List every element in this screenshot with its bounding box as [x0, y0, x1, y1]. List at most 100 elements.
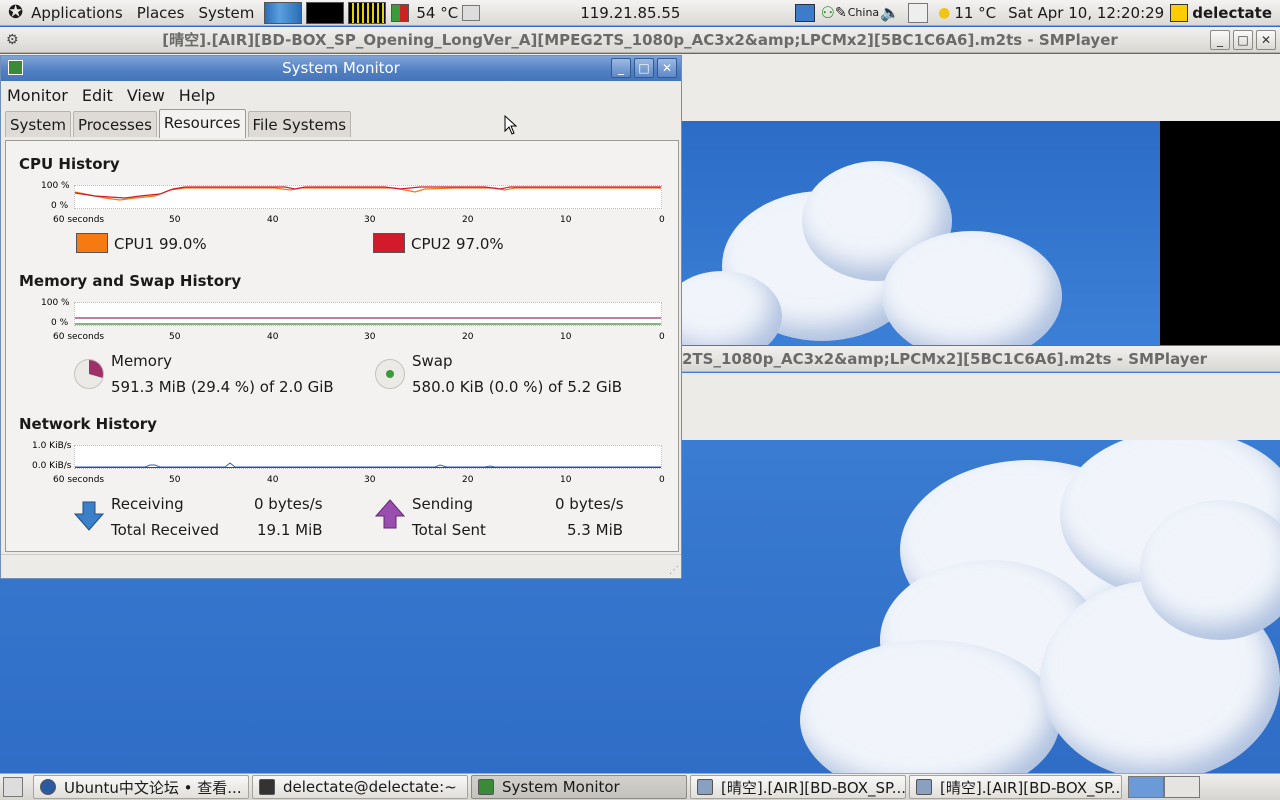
cpu-y-bottom: 0 %	[51, 201, 69, 211]
cpu1-value: 99.0%	[159, 235, 207, 253]
drive-icon[interactable]	[462, 4, 481, 21]
network-x-label-50: 50	[169, 475, 181, 485]
minimize-button[interactable]: _	[1210, 30, 1230, 50]
resize-grip-icon[interactable]: ⋰	[669, 565, 679, 576]
tab-processes[interactable]: Processes	[72, 111, 157, 137]
memory-y-bottom: 0 %	[51, 318, 69, 328]
lock-icon[interactable]	[1170, 3, 1189, 22]
network-monitor-applet[interactable]	[348, 1, 387, 24]
network-y-top: 1.0 KiB/s	[32, 441, 72, 451]
system-monitor-icon	[478, 779, 494, 795]
memory-pie-icon[interactable]	[74, 359, 104, 389]
taskbar-item-system-monitor[interactable]: System Monitor	[471, 775, 687, 799]
network-x-label-60: 60 seconds	[53, 475, 105, 485]
cpu-monitor-applet[interactable]	[264, 1, 303, 24]
show-desktop-icon[interactable]	[3, 777, 23, 797]
menu-monitor[interactable]: Monitor	[7, 86, 68, 105]
clock[interactable]: Sat Apr 10, 12:20:29	[1004, 4, 1168, 22]
terminal-icon	[259, 779, 275, 795]
cpu2-color-swatch[interactable]	[373, 233, 405, 253]
total-received-label: Total Received	[111, 521, 220, 539]
cpu-x-label-60: 60 seconds	[53, 215, 105, 225]
taskbar-item-smplayer-1[interactable]: [晴空].[AIR][BD-BOX_SP...	[690, 775, 906, 799]
input-method-indicator[interactable]: China	[847, 6, 880, 19]
cpu-y-top: 100 %	[41, 181, 70, 191]
close-button[interactable]: ✕	[1256, 30, 1276, 50]
user-name[interactable]: delectate	[1188, 4, 1276, 22]
network-x-label-0: 0	[659, 475, 665, 485]
total-sent-label: Total Sent	[412, 521, 486, 539]
network-y-bottom: 0.0 KiB/s	[32, 461, 72, 471]
tab-bar: System Processes Resources File Systems	[1, 109, 681, 138]
taskbar-item-label: [晴空].[AIR][BD-BOX_SP...	[721, 778, 906, 797]
ubuntu-logo-icon[interactable]: ✪	[8, 2, 23, 23]
maximize-button[interactable]: □	[634, 58, 654, 78]
memory-monitor-applet[interactable]	[306, 1, 345, 24]
weather-temperature[interactable]: 11 °C	[950, 4, 1000, 22]
taskbar-item-label: System Monitor	[502, 778, 620, 796]
swap-pie-icon[interactable]	[375, 359, 405, 389]
weather-sun-icon[interactable]: ●	[938, 5, 950, 21]
tab-system[interactable]: System	[5, 111, 71, 137]
sending-value: 0 bytes/s	[555, 495, 624, 513]
sending-arrow-icon[interactable]	[374, 499, 406, 529]
memory-y-top: 100 %	[41, 298, 70, 308]
pen-icon[interactable]: ✎	[835, 5, 847, 21]
memory-history-title: Memory and Swap History	[19, 272, 242, 290]
places-menu[interactable]: Places	[133, 4, 189, 22]
workspace-switcher-2[interactable]	[1164, 776, 1200, 798]
workspace-switcher[interactable]	[1128, 776, 1164, 798]
memory-x-label-30: 30	[364, 332, 376, 342]
taskbar-item-label: delectate@delectate:~	[283, 778, 457, 796]
network-x-label-30: 30	[364, 475, 376, 485]
applications-menu[interactable]: Applications	[27, 4, 127, 22]
network-history-graph	[74, 445, 662, 469]
cpu-history-title: CPU History	[19, 155, 120, 173]
bottom-panel: Ubuntu中文论坛 • 查看... delectate@delectate:~…	[0, 773, 1280, 800]
smplayer-titlebar[interactable]: ⚙ [晴空].[AIR][BD-BOX_SP_Opening_LongVer_A…	[0, 27, 1280, 53]
menu-edit[interactable]: Edit	[82, 86, 113, 105]
volume-icon[interactable]: 🔈	[880, 3, 900, 22]
system-menu[interactable]: System	[194, 4, 258, 22]
network-manager-icon[interactable]	[794, 3, 815, 22]
ip-address: 119.21.85.55	[580, 3, 681, 22]
smplayer-icon	[697, 779, 713, 795]
cpu-x-label-10: 10	[560, 215, 572, 225]
cpu1-label: CPU1	[114, 235, 155, 253]
menu-view[interactable]: View	[127, 86, 165, 105]
resources-panel: CPU History 100 % 0 % 60 seconds 50 40 3…	[5, 140, 679, 552]
user-switch-icon[interactable]	[908, 2, 929, 23]
swap-label: Swap	[412, 352, 453, 370]
menu-help[interactable]: Help	[179, 86, 215, 105]
tab-resources[interactable]: Resources	[158, 109, 246, 138]
taskbar-item-terminal[interactable]: delectate@delectate:~	[252, 775, 468, 799]
cpu-history-graph	[74, 185, 662, 209]
system-monitor-window: System Monitor _ □ ✕ Monitor Edit View H…	[0, 55, 682, 579]
window-title: System Monitor	[282, 59, 400, 77]
pidgin-icon[interactable]: ⚇	[821, 3, 835, 22]
smplayer-window-title-2: 2TS_1080p_AC3x2&amp;LPCMx2][5BC1C6A6].m2…	[682, 350, 1208, 368]
memory-history-graph	[74, 302, 662, 326]
network-history-title: Network History	[19, 415, 157, 433]
taskbar-item-label: Ubuntu中文论坛 • 查看...	[64, 778, 242, 797]
tab-file-systems[interactable]: File Systems	[247, 111, 352, 137]
temperature-icon	[391, 3, 410, 22]
taskbar-item-label: [晴空].[AIR][BD-BOX_SP...	[940, 778, 1122, 797]
taskbar-item-smplayer-2[interactable]: [晴空].[AIR][BD-BOX_SP...	[909, 775, 1122, 799]
close-button[interactable]: ✕	[657, 58, 677, 78]
cpu-x-label-30: 30	[364, 215, 376, 225]
cpu1-color-swatch[interactable]	[76, 233, 108, 253]
minimize-button[interactable]: _	[611, 58, 631, 78]
taskbar-item-firefox[interactable]: Ubuntu中文论坛 • 查看...	[33, 775, 249, 799]
swap-value: 580.0 KiB (0.0 %) of 5.2 GiB	[412, 378, 623, 396]
firefox-icon	[40, 779, 56, 795]
total-sent-value: 5.3 MiB	[567, 521, 624, 539]
memory-x-label-20: 20	[462, 332, 474, 342]
cpu-x-label-0: 0	[659, 215, 665, 225]
system-monitor-titlebar[interactable]: System Monitor _ □ ✕	[1, 56, 681, 81]
cpu-x-label-40: 40	[267, 215, 279, 225]
receiving-arrow-icon[interactable]	[73, 501, 105, 531]
temperature-readout: 54 °C	[416, 3, 459, 22]
top-panel: ✪ Applications Places System 54 °C 119.2…	[0, 0, 1280, 26]
maximize-button[interactable]: □	[1233, 30, 1253, 50]
